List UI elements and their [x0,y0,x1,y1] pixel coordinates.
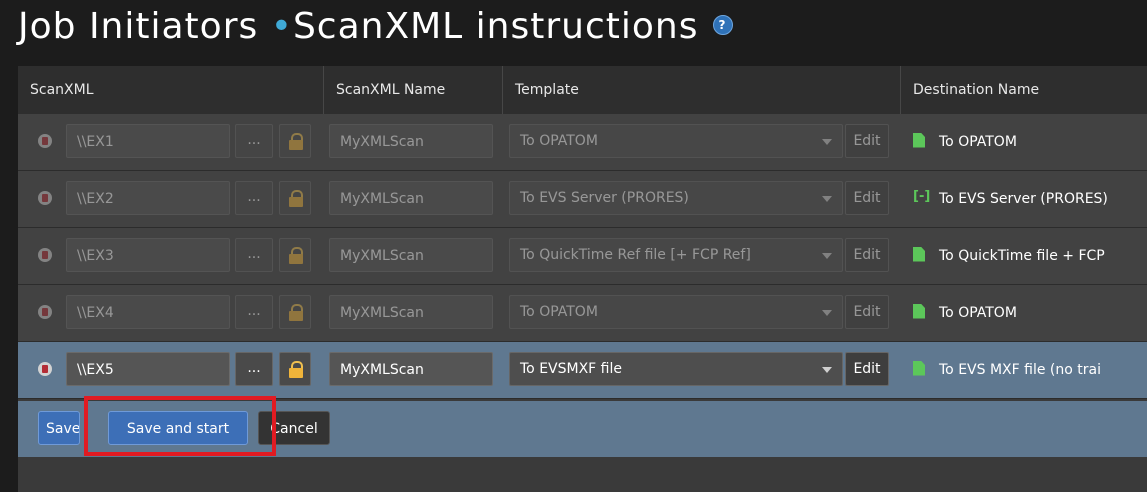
edit-template-button[interactable]: Edit [845,181,889,215]
cancel-button[interactable]: Cancel [258,411,330,445]
delete-row-icon[interactable] [38,134,52,148]
title-bar: Job Initiators •ScanXML instructions? [0,0,1147,60]
destination-name: To OPATOM [913,285,1147,341]
browse-button[interactable]: ... [235,238,273,272]
chevron-down-icon [822,367,832,373]
file-icon [913,132,925,148]
destination-label: To EVS Server (PRORES) [939,191,1108,207]
edit-template-button[interactable]: Edit [845,295,889,329]
destination-label: To EVS MXF file (no trai [939,362,1101,378]
delete-row-icon[interactable] [38,248,52,262]
table-row: \\EX3 ... MyXMLScan To QuickTime Ref fil… [18,228,1147,285]
header-destination-name[interactable]: Destination Name [901,66,1147,114]
scanxml-path-input[interactable]: \\EX1 [66,124,230,158]
title-separator-dot: • [258,6,293,47]
file-icon [913,246,925,262]
lock-icon[interactable] [279,181,311,215]
scanxml-path-input[interactable]: \\EX3 [66,238,230,272]
page-title: Job Initiators •ScanXML instructions? [18,6,733,47]
template-select[interactable]: To OPATOM [509,295,843,329]
title-part-2: ScanXML instructions [292,6,699,47]
table-row: \\EX2 ... MyXMLScan To EVS Server (PRORE… [18,171,1147,228]
header-template[interactable]: Template [503,66,901,114]
browse-button[interactable]: ... [235,352,273,386]
delete-row-icon[interactable] [38,362,52,376]
title-part-1: Job Initiators [18,6,259,47]
chevron-down-icon [822,139,832,145]
chevron-down-icon [822,310,832,316]
bracket-icon: [-] [913,189,931,204]
scanxml-path-input[interactable]: \\EX2 [66,181,230,215]
template-select[interactable]: To QuickTime Ref file [+ FCP Ref] [509,238,843,272]
scanxml-path-input[interactable]: \\EX4 [66,295,230,329]
file-icon [913,303,925,319]
template-select-value: To OPATOM [520,133,598,149]
browse-button[interactable]: ... [235,181,273,215]
template-select-value: To EVS Server (PRORES) [520,190,689,206]
scanxml-name-input[interactable]: MyXMLScan [329,238,493,272]
table-row: \\EX4 ... MyXMLScan To OPATOM Edit To OP… [18,285,1147,342]
template-select[interactable]: To EVS Server (PRORES) [509,181,843,215]
scanxml-name-input[interactable]: MyXMLScan [329,352,493,386]
browse-button[interactable]: ... [235,124,273,158]
lock-icon[interactable] [279,295,311,329]
scanxml-path-input[interactable]: \\EX5 [66,352,230,386]
template-select[interactable]: To OPATOM [509,124,843,158]
destination-name: To OPATOM [913,114,1147,170]
destination-name: [-] To EVS Server (PRORES) [913,171,1147,227]
help-icon[interactable]: ? [712,15,733,35]
destination-label: To OPATOM [939,134,1017,150]
scanxml-name-input[interactable]: MyXMLScan [329,124,493,158]
chevron-down-icon [822,196,832,202]
chevron-down-icon [822,253,832,259]
table-header: ScanXML ScanXML Name Template Destinatio… [18,66,1147,115]
edit-template-button[interactable]: Edit [845,352,889,386]
scanxml-table-panel: ScanXML ScanXML Name Template Destinatio… [18,66,1147,492]
lock-icon[interactable] [279,352,311,386]
template-select-value: To EVSMXF file [520,361,622,377]
browse-button[interactable]: ... [235,295,273,329]
template-select-value: To QuickTime Ref file [+ FCP Ref] [520,247,751,263]
destination-label: To QuickTime file + FCP [939,248,1105,264]
scanxml-name-input[interactable]: MyXMLScan [329,181,493,215]
edit-template-button[interactable]: Edit [845,124,889,158]
delete-row-icon[interactable] [38,191,52,205]
save-button[interactable]: Save [38,411,80,445]
destination-name: To EVS MXF file (no trai [913,342,1147,398]
edit-template-button[interactable]: Edit [845,238,889,272]
header-scanxml-name[interactable]: ScanXML Name [324,66,503,114]
lock-icon[interactable] [279,124,311,158]
form-actions: Save Save and start Cancel [18,401,1147,457]
destination-name: To QuickTime file + FCP [913,228,1147,284]
delete-row-icon[interactable] [38,305,52,319]
header-scanxml[interactable]: ScanXML [18,66,324,114]
template-select[interactable]: To EVSMXF file [509,352,843,386]
table-row: \\EX1 ... MyXMLScan To OPATOM Edit To OP… [18,114,1147,171]
scanxml-name-input[interactable]: MyXMLScan [329,295,493,329]
save-and-start-button[interactable]: Save and start [108,411,248,445]
table-row-active: \\EX5 ... MyXMLScan To EVSMXF file Edit … [18,342,1147,399]
file-icon [913,360,925,376]
destination-label: To OPATOM [939,305,1017,321]
panel-footer [18,457,1147,492]
template-select-value: To OPATOM [520,304,598,320]
lock-icon[interactable] [279,238,311,272]
